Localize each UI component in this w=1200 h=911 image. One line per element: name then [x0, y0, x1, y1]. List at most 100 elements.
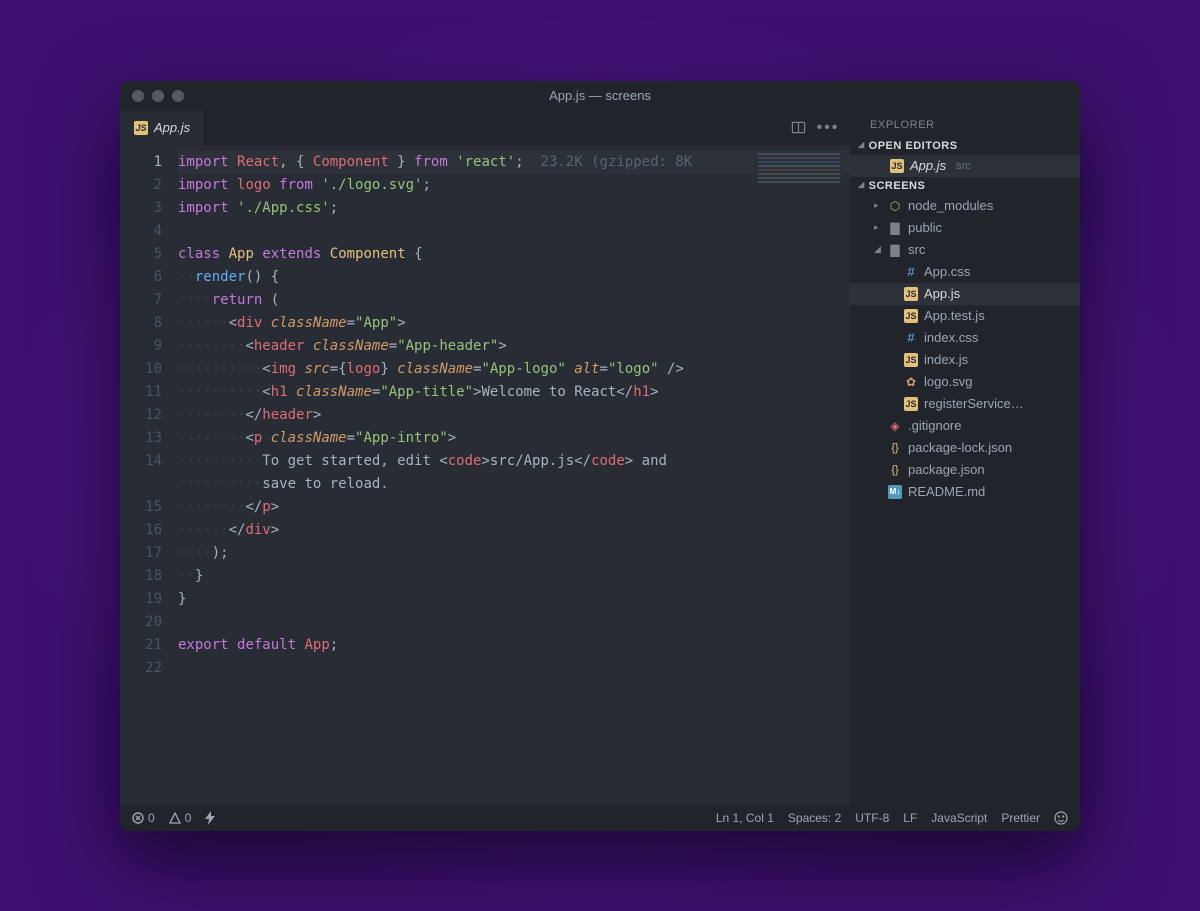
- code-line[interactable]: ········<p className="App-intro">: [178, 427, 850, 450]
- workspace-tree: ▸⬡node_modules▸▇public◢▇src#App.cssJSApp…: [850, 195, 1080, 503]
- css-file-icon: #: [904, 331, 918, 345]
- code-editor[interactable]: 12345678910111213141516171819202122 impo…: [120, 145, 850, 805]
- line-gutter: 12345678910111213141516171819202122: [120, 145, 178, 805]
- titlebar: App.js — screens: [120, 81, 1080, 111]
- chevron-icon: ▸: [874, 200, 882, 211]
- tab-appjs[interactable]: JS App.js: [120, 111, 205, 145]
- tree-item[interactable]: JS App.js: [850, 283, 1080, 305]
- code-line[interactable]: ····return (: [178, 289, 850, 312]
- warning-icon: [169, 812, 181, 824]
- status-encoding[interactable]: UTF-8: [855, 811, 889, 825]
- file-label: App.js: [924, 286, 960, 301]
- code-line[interactable]: ········</header>: [178, 404, 850, 427]
- code-line[interactable]: ··········save to reload.: [178, 473, 850, 496]
- tree-item[interactable]: ▸▇public: [850, 217, 1080, 239]
- tree-item[interactable]: ▸ ⬡ node_modules: [850, 195, 1080, 217]
- code-line[interactable]: class App extends Component {: [178, 243, 850, 266]
- code-line[interactable]: [178, 657, 850, 680]
- tree-item[interactable]: M↓ README.md: [850, 481, 1080, 503]
- status-smiley-icon[interactable]: [1054, 811, 1068, 825]
- status-bar: 0 0 Ln 1, Col 1 Spaces: 2 UTF-8 LF JavaS…: [120, 805, 1080, 831]
- window-controls: [132, 90, 184, 102]
- tab-label: App.js: [154, 120, 190, 135]
- status-errors[interactable]: 0: [132, 811, 155, 825]
- status-eol[interactable]: LF: [903, 811, 917, 825]
- tree-item[interactable]: ◈.gitignore: [850, 415, 1080, 437]
- tree-item[interactable]: ✿logo.svg: [850, 371, 1080, 393]
- js-file-icon: JS: [134, 121, 148, 135]
- file-label: node_modules: [908, 198, 993, 213]
- file-label: .gitignore: [908, 418, 961, 433]
- workspace-header[interactable]: SCREENS: [850, 177, 1080, 195]
- js-file-icon: JS: [904, 397, 918, 411]
- open-editor-item[interactable]: JS App.js src: [850, 155, 1080, 177]
- tree-item[interactable]: #App.css: [850, 261, 1080, 283]
- code-line[interactable]: ······</div>: [178, 519, 850, 542]
- code-line[interactable]: export default App;: [178, 634, 850, 657]
- split-editor-icon[interactable]: [790, 120, 806, 136]
- code-line[interactable]: ··········To get started, edit <code>src…: [178, 450, 850, 473]
- css-file-icon: #: [904, 265, 918, 279]
- node-folder-icon: ⬡: [888, 199, 902, 213]
- open-editors-list: JS App.js src: [850, 155, 1080, 177]
- code-line[interactable]: ··········<h1 className="App-title">Welc…: [178, 381, 850, 404]
- status-warnings[interactable]: 0: [169, 811, 192, 825]
- code-line[interactable]: import './App.css';: [178, 197, 850, 220]
- file-label: public: [908, 220, 942, 235]
- js-file-icon: JS: [904, 353, 918, 367]
- code-line[interactable]: ··}: [178, 565, 850, 588]
- json-file-icon: {}: [888, 463, 902, 477]
- file-label: index.js: [924, 352, 968, 367]
- tab-bar: JS App.js •••: [120, 111, 850, 145]
- tree-item[interactable]: JS registerService…: [850, 393, 1080, 415]
- code-line[interactable]: [178, 611, 850, 634]
- open-editors-header[interactable]: OPEN EDITORS: [850, 137, 1080, 155]
- code-line[interactable]: ······<div className="App">: [178, 312, 850, 335]
- file-label: registerService…: [924, 396, 1024, 411]
- file-label: App.js: [910, 158, 946, 173]
- code-line[interactable]: ····);: [178, 542, 850, 565]
- explorer-title: EXPLORER: [850, 111, 1080, 137]
- status-formatter[interactable]: Prettier: [1001, 811, 1040, 825]
- tree-item[interactable]: JSApp.test.js: [850, 305, 1080, 327]
- status-action-icon[interactable]: [205, 811, 216, 825]
- json-file-icon: {}: [888, 441, 902, 455]
- tree-item[interactable]: #index.css: [850, 327, 1080, 349]
- code-line[interactable]: }: [178, 588, 850, 611]
- file-label: package-lock.json: [908, 440, 1012, 455]
- status-spaces[interactable]: Spaces: 2: [788, 811, 841, 825]
- status-lncol[interactable]: Ln 1, Col 1: [716, 811, 774, 825]
- file-label: logo.svg: [924, 374, 972, 389]
- file-label: README.md: [908, 484, 985, 499]
- code-line[interactable]: ··········<img src={logo} className="App…: [178, 358, 850, 381]
- maximize-window-icon[interactable]: [172, 90, 184, 102]
- explorer-panel: EXPLORER OPEN EDITORS JS App.js src SCREEN…: [850, 111, 1080, 805]
- tree-item[interactable]: ◢▇src: [850, 239, 1080, 261]
- close-window-icon[interactable]: [132, 90, 144, 102]
- js-file-icon: JS: [904, 287, 918, 301]
- more-icon[interactable]: •••: [820, 120, 836, 136]
- status-language[interactable]: JavaScript: [931, 811, 987, 825]
- code-line[interactable]: ········</p>: [178, 496, 850, 519]
- markdown-file-icon: M↓: [888, 485, 902, 499]
- minimize-window-icon[interactable]: [152, 90, 164, 102]
- tree-item[interactable]: {} package.json: [850, 459, 1080, 481]
- folder-icon: ▇: [888, 221, 902, 235]
- minimap[interactable]: [754, 151, 844, 201]
- tree-item[interactable]: JS index.js: [850, 349, 1080, 371]
- error-icon: [132, 812, 144, 824]
- code-content[interactable]: import React, { Component } from 'react'…: [178, 145, 850, 805]
- file-label: package.json: [908, 462, 985, 477]
- file-label: src: [908, 242, 925, 257]
- tree-item[interactable]: {} package-lock.json: [850, 437, 1080, 459]
- js-file-icon: JS: [904, 309, 918, 323]
- code-line[interactable]: ··render() {: [178, 266, 850, 289]
- js-file-icon: JS: [890, 159, 904, 173]
- folder-icon: ▇: [888, 243, 902, 257]
- editor-main: JS App.js ••• 12345678910111213141516171…: [120, 111, 850, 805]
- code-line[interactable]: [178, 220, 850, 243]
- code-line[interactable]: ········<header className="App-header">: [178, 335, 850, 358]
- code-line[interactable]: import React, { Component } from 'react'…: [178, 151, 850, 174]
- code-line[interactable]: import logo from './logo.svg';: [178, 174, 850, 197]
- path-hint: src: [956, 160, 971, 172]
